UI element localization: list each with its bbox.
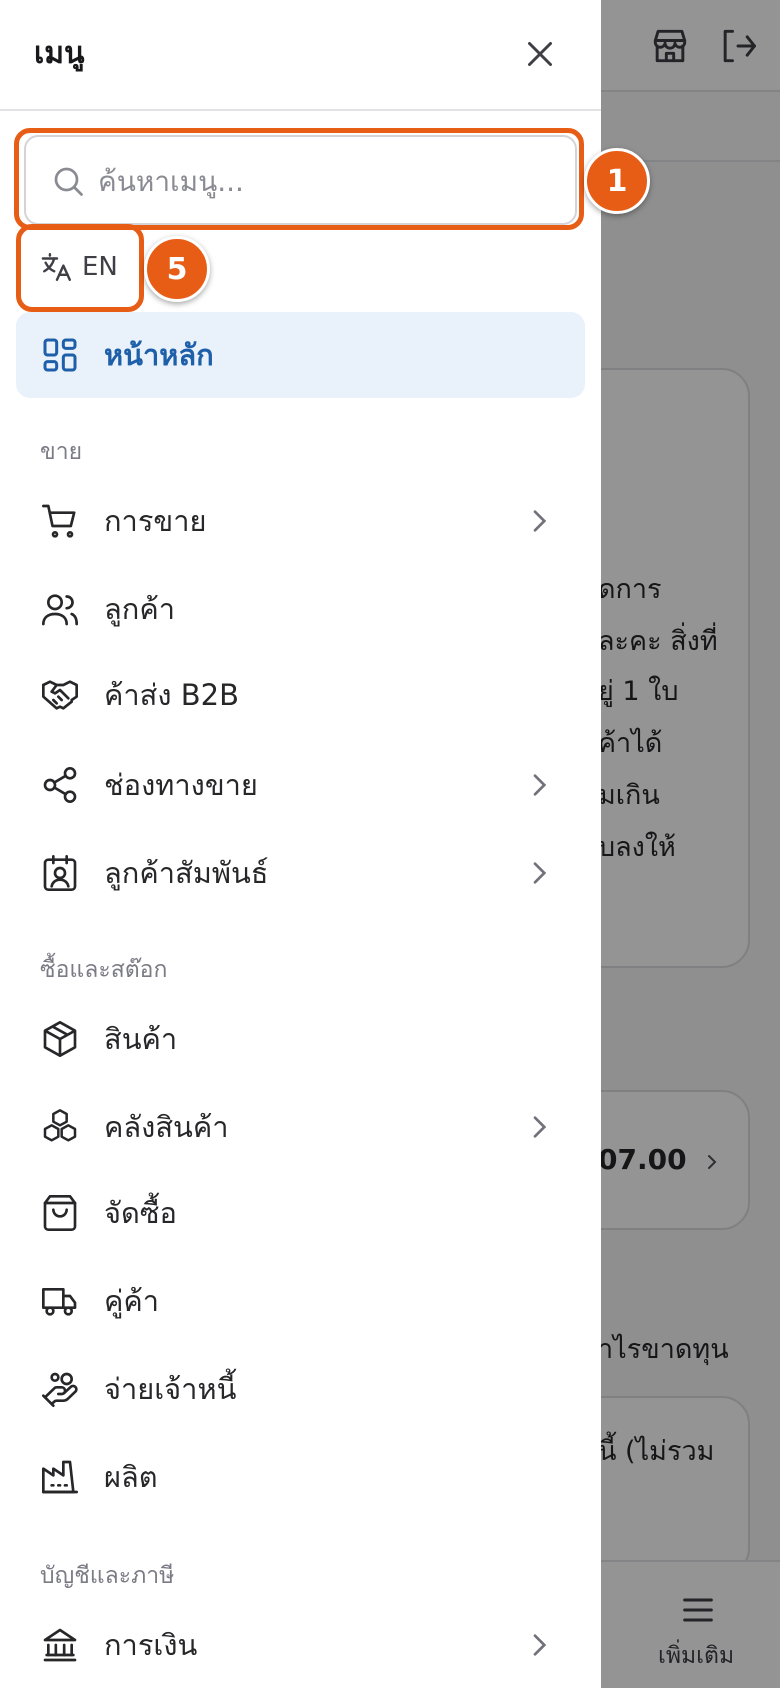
- box-icon: [40, 1019, 80, 1059]
- section-label-accounting-tax: บัญชีและภาษี: [40, 1563, 175, 1589]
- menu-item-suppliers[interactable]: คู่ค้า: [16, 1258, 585, 1344]
- menu-item-purchasing[interactable]: จัดซื้อ: [16, 1170, 585, 1256]
- section-label-purchase-stock: ซื้อและสต๊อก: [40, 957, 168, 983]
- menu-item-customers[interactable]: ลูกค้า: [16, 566, 585, 652]
- menu-item-label: ช่องทางขาย: [104, 768, 258, 802]
- translate-icon: [41, 253, 71, 281]
- section-label-sales: ขาย: [40, 439, 83, 465]
- menu-item-label: การเงิน: [104, 1628, 198, 1662]
- menu-item-finance[interactable]: การเงิน: [16, 1602, 585, 1688]
- search-box[interactable]: [24, 135, 577, 225]
- chevron-right-icon: [523, 505, 555, 537]
- handshake-icon: [40, 675, 80, 715]
- annotation-badge-language: 5: [144, 236, 210, 302]
- menu-item-label: ค้าส่ง B2B: [104, 678, 240, 712]
- menu-item-label: จัดซื้อ: [104, 1196, 177, 1230]
- menu-item-manufacturing[interactable]: ผลิต: [16, 1434, 585, 1520]
- menu-item-label: ลูกค้า: [104, 592, 176, 626]
- users-icon: [40, 589, 80, 629]
- close-icon: [528, 42, 552, 66]
- language-toggle-button[interactable]: EN: [26, 232, 136, 302]
- contact-card-icon: [40, 853, 80, 893]
- menu-item-label: ลูกค้าสัมพันธ์: [104, 856, 269, 890]
- menu-item-warehouse[interactable]: คลังสินค้า: [16, 1084, 585, 1170]
- dashboard-icon: [40, 335, 80, 375]
- boxes-icon: [40, 1107, 80, 1147]
- menu-item-label: การขาย: [104, 504, 207, 538]
- close-button[interactable]: [516, 30, 564, 78]
- menu-item-label: คลังสินค้า: [104, 1110, 229, 1144]
- factory-icon: [40, 1457, 80, 1497]
- drawer-title: เมนู: [34, 36, 85, 71]
- menu-item-sales[interactable]: การขาย: [16, 478, 585, 564]
- menu-item-label: ผลิต: [104, 1460, 158, 1494]
- drawer-header: เมนู: [0, 0, 601, 111]
- menu-item-products[interactable]: สินค้า: [16, 996, 585, 1082]
- chevron-right-icon: [523, 1629, 555, 1661]
- menu-item-home[interactable]: หน้าหลัก: [16, 312, 585, 398]
- search-input[interactable]: [98, 155, 558, 207]
- menu-item-wholesale[interactable]: ค้าส่ง B2B: [16, 652, 585, 738]
- shopping-bag-icon: [40, 1193, 80, 1233]
- menu-item-label: สินค้า: [104, 1022, 178, 1056]
- cart-icon: [40, 501, 80, 541]
- menu-item-crm[interactable]: ลูกค้าสัมพันธ์: [16, 830, 585, 916]
- bank-icon: [40, 1625, 80, 1665]
- menu-item-label: หน้าหลัก: [104, 338, 214, 372]
- truck-icon: [40, 1281, 80, 1321]
- chevron-right-icon: [523, 1111, 555, 1143]
- annotation-badge-search: 1: [584, 148, 650, 214]
- chevron-right-icon: [523, 769, 555, 801]
- share-icon: [40, 765, 80, 805]
- menu-drawer: เมนู EN หน้าหลัก ขาย: [0, 0, 601, 1688]
- hand-coins-icon: [40, 1369, 80, 1409]
- menu-item-channels[interactable]: ช่องทางขาย: [16, 742, 585, 828]
- language-label: EN: [82, 252, 118, 282]
- search-icon: [50, 163, 86, 199]
- menu-item-label: คู่ค้า: [104, 1284, 160, 1318]
- chevron-right-icon: [523, 857, 555, 889]
- menu-item-payables[interactable]: จ่ายเจ้าหนี้: [16, 1346, 585, 1432]
- menu-item-label: จ่ายเจ้าหนี้: [104, 1372, 237, 1406]
